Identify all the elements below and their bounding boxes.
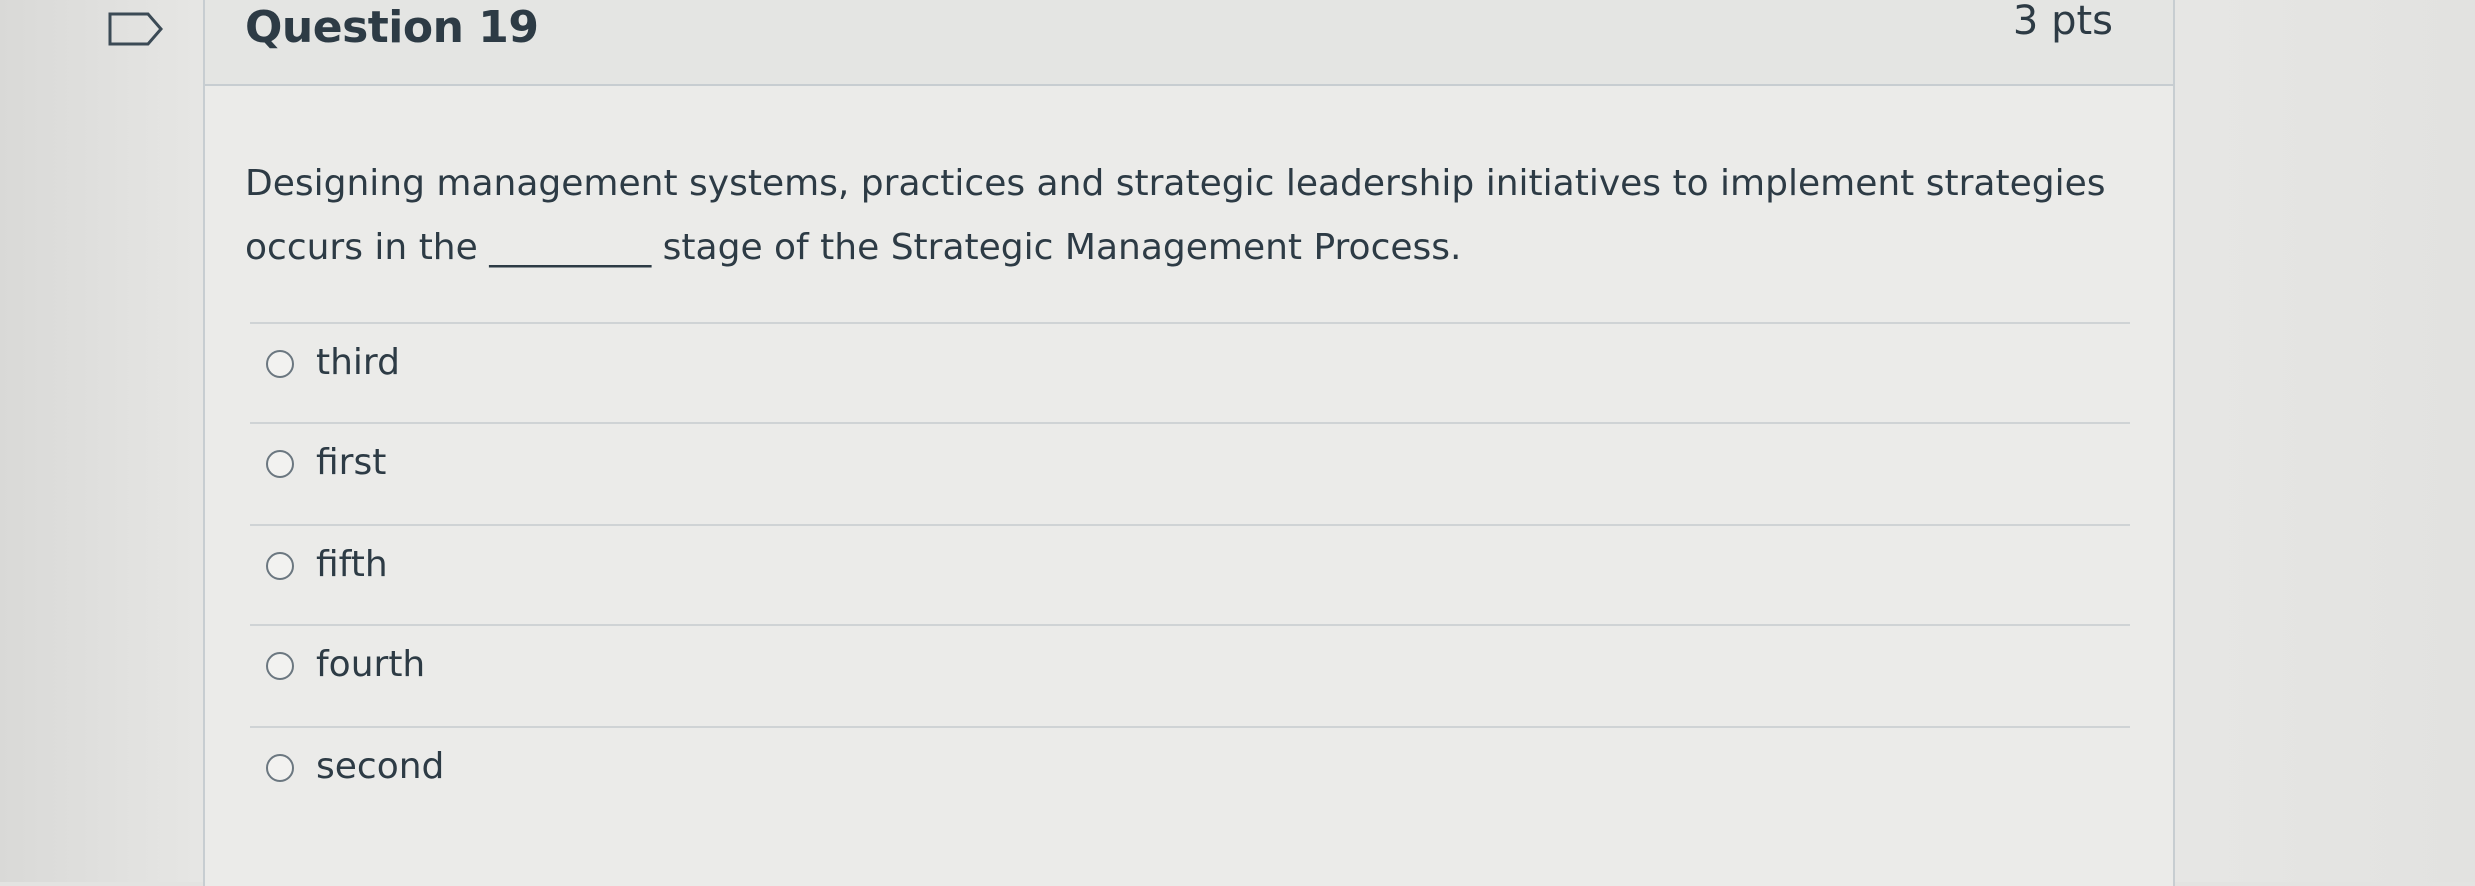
question-header: Question 19 3 pts	[205, 0, 2173, 86]
question-title: Question 19	[245, 2, 539, 53]
question-card: Question 19 3 pts Designing management s…	[203, 0, 2175, 886]
answer-option-second[interactable]: second	[250, 728, 2130, 828]
question-text-line-1: Designing management systems, practices …	[245, 163, 2106, 204]
radio-empty-icon[interactable]	[266, 350, 294, 378]
question-body: Designing management systems, practices …	[205, 86, 2173, 886]
answer-label: first	[316, 442, 387, 483]
question-text: Designing management systems, practices …	[245, 152, 2125, 280]
answer-label: fifth	[316, 544, 388, 585]
question-points: 3 pts	[2012, 0, 2113, 44]
radio-empty-icon[interactable]	[266, 652, 294, 680]
answer-option-fifth[interactable]: fifth	[250, 526, 2130, 626]
answer-label: third	[316, 342, 400, 383]
radio-empty-icon[interactable]	[266, 450, 294, 478]
radio-empty-icon[interactable]	[266, 552, 294, 580]
answer-option-fourth[interactable]: fourth	[250, 626, 2130, 726]
question-text-line-2: occurs in the _________ stage of the Str…	[245, 227, 1462, 268]
radio-empty-icon[interactable]	[266, 754, 294, 782]
answer-label: second	[316, 746, 445, 787]
answer-label: fourth	[316, 644, 426, 685]
answer-option-first[interactable]: first	[250, 424, 2130, 524]
answer-option-third[interactable]: third	[250, 324, 2130, 424]
flag-question-icon[interactable]	[108, 12, 164, 46]
